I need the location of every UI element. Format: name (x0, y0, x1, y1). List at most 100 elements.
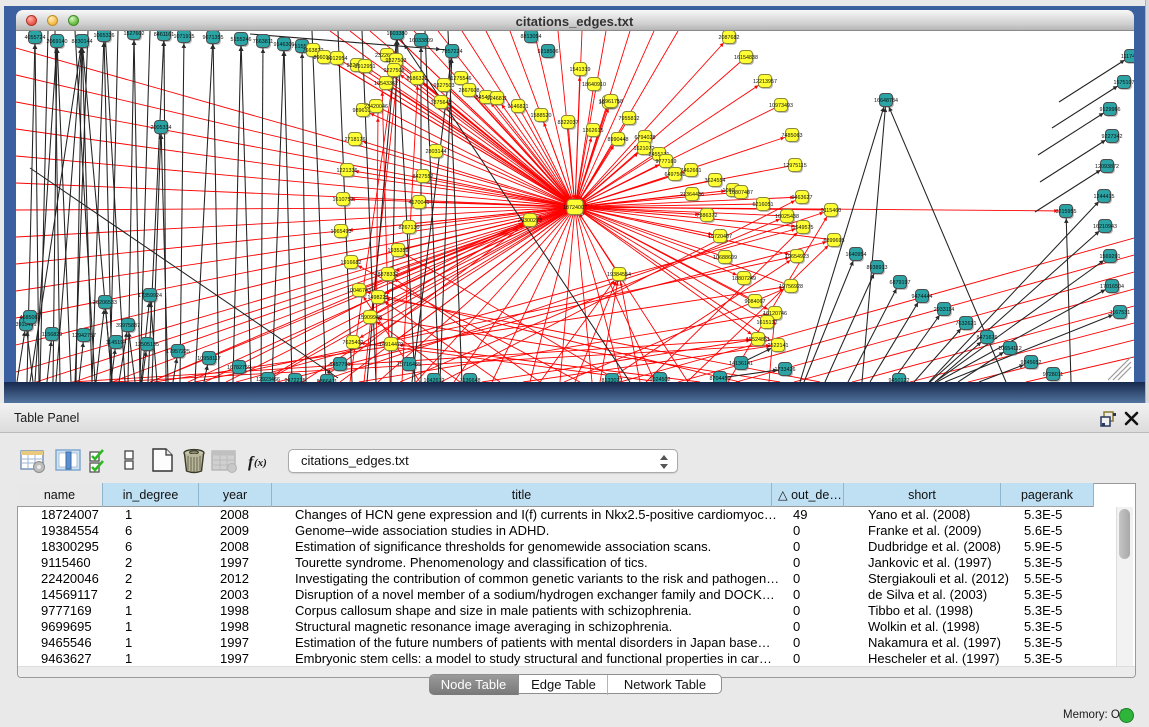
svg-text:8704459: 8704459 (710, 376, 731, 382)
svg-text:3215955: 3215955 (1056, 209, 1077, 215)
svg-text:2522141: 2522141 (768, 343, 789, 349)
svg-text:9246811: 9246811 (487, 96, 508, 102)
svg-text:1117403: 1117403 (1121, 54, 1134, 60)
svg-text:8938913: 8938913 (867, 265, 888, 271)
svg-text:9450122: 9450122 (889, 378, 910, 382)
svg-text:2718176: 2718176 (345, 137, 366, 143)
svg-text:16033809: 16033809 (409, 38, 433, 44)
svg-text:17359924: 17359924 (138, 293, 162, 299)
svg-text:1362615: 1362615 (583, 128, 604, 134)
svg-text:7625402: 7625402 (343, 340, 364, 346)
svg-text:1498222: 1498222 (368, 295, 389, 301)
svg-text:1733426: 1733426 (775, 367, 796, 373)
svg-text:8912954: 8912954 (327, 56, 348, 62)
svg-text:6794028: 6794028 (635, 135, 656, 141)
svg-text:39975887: 39975887 (116, 323, 140, 329)
svg-text:9472215: 9472215 (285, 378, 306, 382)
svg-text:21364436: 21364436 (680, 192, 704, 198)
svg-text:17016504: 17016504 (1100, 284, 1124, 290)
svg-text:4055724: 4055724 (25, 35, 46, 41)
svg-text:1610753: 1610753 (333, 197, 354, 203)
svg-text:4685061: 4685061 (20, 315, 41, 321)
svg-text:17957225: 17957225 (166, 349, 190, 355)
svg-text:9245652: 9245652 (1021, 360, 1042, 366)
svg-text:7663811: 7663811 (253, 39, 274, 45)
svg-text:10807487: 10807487 (729, 190, 753, 196)
svg-text:1640954: 1640954 (846, 252, 867, 258)
svg-text:19654923: 19654923 (785, 254, 809, 260)
svg-text:7386372: 7386372 (697, 213, 718, 219)
svg-text:6216051: 6216051 (753, 202, 774, 208)
svg-text:9024502: 9024502 (650, 377, 671, 382)
svg-text:19756928: 19756928 (779, 284, 803, 290)
svg-text:10958117: 10958117 (197, 356, 221, 362)
svg-text:16648784: 16648784 (874, 98, 898, 104)
svg-text:2803144: 2803144 (426, 149, 447, 155)
svg-text:1145194: 1145194 (106, 340, 127, 346)
svg-text:1575107: 1575107 (1114, 80, 1135, 86)
svg-text:8267130: 8267130 (399, 225, 420, 231)
svg-text:7462661: 7462661 (681, 168, 702, 174)
svg-text:10025438: 10025438 (775, 214, 799, 220)
svg-text:2069140: 2069140 (47, 39, 68, 45)
svg-text:9227342: 9227342 (1102, 134, 1123, 140)
svg-text:7485063: 7485063 (782, 133, 803, 139)
svg-text:1549575: 1549575 (793, 225, 814, 231)
svg-text:1527602: 1527602 (124, 31, 145, 37)
svg-text:8133077: 8133077 (602, 378, 623, 382)
svg-text:9457791: 9457791 (330, 362, 351, 368)
svg-text:9671355: 9671355 (203, 35, 224, 41)
svg-text:14136141: 14136141 (729, 361, 753, 367)
svg-text:2005334: 2005334 (151, 125, 172, 131)
svg-text:9474444: 9474444 (912, 294, 933, 300)
svg-text:8461161: 8461161 (154, 32, 175, 38)
svg-text:12093872: 12093872 (1095, 164, 1119, 170)
svg-text:23420046: 23420046 (364, 104, 388, 110)
svg-text:1569291: 1569291 (1100, 254, 1121, 260)
svg-text:10688609: 10688609 (713, 255, 737, 261)
svg-text:3624554: 3624554 (705, 178, 726, 184)
svg-text:1042612: 1042612 (424, 378, 445, 382)
svg-text:8366411: 8366411 (317, 379, 338, 382)
svg-text:9218506: 9218506 (538, 49, 559, 55)
svg-text:15909948: 15909948 (358, 315, 382, 321)
svg-text:8813054: 8813054 (521, 34, 542, 40)
svg-text:15716485: 15716485 (397, 362, 421, 368)
svg-text:8912951: 8912951 (355, 64, 376, 70)
svg-text:9777169: 9777169 (656, 159, 677, 165)
svg-text:2087682: 2087682 (719, 35, 740, 41)
svg-text:1588520: 1588520 (531, 113, 552, 119)
svg-text:(x): (x) (254, 457, 267, 469)
svg-text:12213957: 12213957 (753, 79, 777, 85)
svg-text:15524851: 15524851 (746, 337, 770, 343)
svg-text:9728011: 9728011 (1043, 372, 1064, 378)
svg-text:1221336: 1221336 (337, 168, 358, 174)
svg-text:1065326: 1065326 (94, 33, 115, 39)
svg-text:8322037: 8322037 (558, 120, 579, 126)
svg-text:7857224: 7857224 (442, 49, 463, 55)
svg-text:16543362: 16543362 (374, 81, 398, 87)
svg-text:10973493: 10973493 (769, 103, 793, 109)
svg-text:10046743: 10046743 (347, 288, 371, 294)
svg-text:8878332: 8878332 (378, 272, 399, 278)
svg-text:1603380: 1603380 (387, 31, 408, 37)
svg-text:16782759: 16782759 (227, 365, 251, 371)
svg-text:7632621: 7632621 (956, 321, 977, 327)
svg-text:9084067: 9084067 (745, 299, 766, 305)
svg-text:9227508: 9227508 (384, 68, 405, 74)
svg-text:8471676: 8471676 (977, 335, 998, 341)
svg-text:1275546: 1275546 (451, 76, 472, 82)
svg-text:18724007: 18724007 (563, 205, 587, 211)
svg-text:1541319: 1541319 (570, 67, 591, 73)
svg-text:1935359: 1935359 (388, 248, 409, 254)
svg-text:8990448: 8990448 (608, 137, 629, 143)
svg-text:12975115: 12975115 (783, 163, 807, 169)
svg-text:8427552: 8427552 (413, 174, 434, 180)
svg-text:25300273: 25300273 (518, 218, 542, 224)
svg-text:20206533: 20206533 (93, 300, 117, 306)
svg-text:16210943: 16210943 (1093, 224, 1117, 230)
svg-text:9327503: 9327503 (434, 83, 455, 89)
svg-text:12505135: 12505135 (135, 342, 159, 348)
svg-text:1615132: 1615132 (757, 320, 778, 326)
svg-text:8830144: 8830144 (72, 39, 93, 45)
